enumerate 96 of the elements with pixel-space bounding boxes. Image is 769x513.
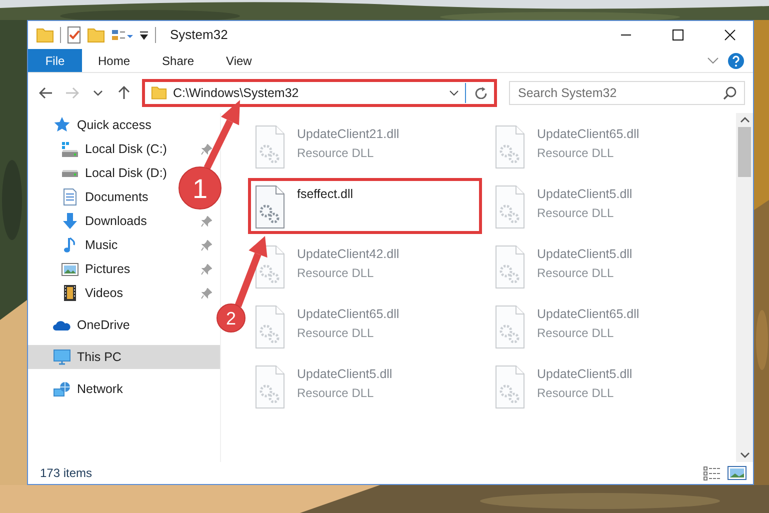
chevron-down-icon[interactable] bbox=[740, 452, 750, 458]
file-gears-icon bbox=[255, 245, 285, 289]
file-type: Resource DLL bbox=[297, 384, 375, 402]
file-gears-icon bbox=[255, 305, 285, 349]
up-arrow-icon bbox=[117, 86, 131, 100]
scroll-thumb[interactable] bbox=[738, 127, 751, 177]
caret-icon bbox=[93, 90, 103, 96]
file-gears-icon bbox=[255, 365, 285, 409]
sidebar-item[interactable]: Local Disk (D:) bbox=[28, 161, 178, 185]
file-item[interactable]: UpdateClient42.dll Resource DLL bbox=[248, 238, 482, 294]
network-icon bbox=[53, 381, 71, 397]
file-type: Resource DLL bbox=[537, 264, 615, 282]
step-badge: 2 bbox=[216, 303, 246, 333]
ribbon-tab[interactable]: Share bbox=[146, 49, 210, 72]
folder-icon bbox=[151, 86, 167, 100]
file-item[interactable]: fseffect.dll bbox=[248, 178, 482, 234]
file-gears-icon bbox=[495, 245, 525, 289]
refresh-icon bbox=[475, 87, 487, 99]
file-type: Resource DLL bbox=[537, 324, 615, 342]
file-type: Resource DLL bbox=[297, 144, 375, 162]
file-type: Resource DLL bbox=[297, 324, 375, 342]
pin-icon[interactable] bbox=[201, 144, 212, 154]
file-name: UpdateClient42.dll bbox=[297, 246, 400, 263]
drive-icon bbox=[61, 170, 79, 176]
address-field[interactable]: C:\Windows\System32 bbox=[142, 79, 497, 107]
pin-icon[interactable] bbox=[201, 240, 212, 250]
layout-icon[interactable] bbox=[111, 29, 133, 41]
sidebar-item[interactable]: Network bbox=[28, 377, 220, 401]
file-item[interactable]: UpdateClient5.dll Resource DLL bbox=[488, 358, 722, 414]
file-name: UpdateClient5.dll bbox=[537, 246, 632, 263]
sidebar-item[interactable]: Pictures bbox=[28, 257, 178, 281]
file-item[interactable]: UpdateClient5.dll Resource DLL bbox=[248, 358, 482, 414]
image-icon bbox=[61, 262, 79, 276]
item-count: 173 items bbox=[40, 465, 92, 482]
sidebar-item[interactable]: Quick access bbox=[28, 113, 220, 137]
file-type: Resource DLL bbox=[537, 144, 615, 162]
file-gears-icon bbox=[495, 365, 525, 409]
file-gears-icon bbox=[255, 185, 285, 229]
file-item[interactable]: UpdateClient5.dll Resource DLL bbox=[488, 178, 722, 234]
back-arrow-icon bbox=[39, 86, 53, 100]
help-icon[interactable] bbox=[728, 52, 744, 68]
maximize-icon bbox=[672, 29, 684, 41]
pin-icon[interactable] bbox=[201, 216, 212, 226]
close-icon bbox=[724, 29, 736, 41]
file-item[interactable]: UpdateClient65.dll Resource DLL bbox=[248, 298, 482, 354]
down-arrow-icon bbox=[61, 212, 79, 230]
file-gears-icon bbox=[495, 305, 525, 349]
file-item[interactable]: UpdateClient65.dll Resource DLL bbox=[488, 298, 722, 354]
file-name: fseffect.dll bbox=[297, 186, 354, 203]
minimize-icon bbox=[620, 34, 632, 36]
file-name: UpdateClient65.dll bbox=[537, 126, 640, 143]
file-type: Resource DLL bbox=[537, 204, 615, 222]
file-type: Resource DLL bbox=[297, 264, 375, 282]
file-gears-icon bbox=[495, 125, 525, 169]
large-icons-view-icon[interactable] bbox=[727, 466, 747, 480]
file-item[interactable]: UpdateClient21.dll Resource DLL bbox=[248, 118, 482, 174]
chevron-down-icon[interactable] bbox=[707, 57, 719, 64]
forward-arrow-icon bbox=[65, 86, 79, 100]
file-type: Resource DLL bbox=[537, 384, 615, 402]
callout-arrow bbox=[204, 99, 243, 171]
sidebar-item[interactable]: Music bbox=[28, 233, 178, 257]
file-name: UpdateClient5.dll bbox=[297, 366, 392, 383]
sidebar-item[interactable]: Documents bbox=[28, 185, 178, 209]
document-icon bbox=[61, 188, 79, 206]
sidebar-item[interactable]: Local Disk (C:) bbox=[28, 137, 178, 161]
caret-icon[interactable] bbox=[139, 30, 149, 40]
step-badge: 1 bbox=[178, 166, 222, 210]
sidebar-item[interactable]: This PC bbox=[28, 345, 220, 369]
pin-icon[interactable] bbox=[201, 288, 212, 298]
cloud-icon bbox=[53, 320, 71, 330]
file-name: UpdateClient65.dll bbox=[297, 306, 400, 323]
sidebar-item[interactable]: Videos bbox=[28, 281, 178, 305]
file-gears-icon bbox=[255, 125, 285, 169]
file-tab[interactable]: File bbox=[28, 49, 82, 72]
details-view-icon[interactable] bbox=[703, 466, 721, 480]
drive-icon bbox=[61, 142, 79, 156]
file-name: UpdateClient5.dll bbox=[537, 366, 632, 383]
monitor-icon bbox=[53, 349, 71, 365]
file-item[interactable]: UpdateClient5.dll Resource DLL bbox=[488, 238, 722, 294]
file-item[interactable]: UpdateClient65.dll Resource DLL bbox=[488, 118, 722, 174]
pin-icon[interactable] bbox=[201, 264, 212, 274]
ribbon-tab[interactable]: Home bbox=[82, 49, 146, 72]
file-name: UpdateClient5.dll bbox=[537, 186, 632, 203]
ribbon-tab[interactable]: View bbox=[210, 49, 268, 72]
checklist-icon[interactable] bbox=[67, 26, 81, 44]
window-title: System32 bbox=[170, 26, 229, 44]
search-field[interactable]: Search System32 bbox=[509, 81, 745, 105]
file-gears-icon bbox=[495, 185, 525, 229]
file-name: UpdateClient65.dll bbox=[537, 306, 640, 323]
film-icon bbox=[61, 284, 79, 302]
search-icon[interactable] bbox=[723, 86, 737, 100]
caret-icon[interactable] bbox=[449, 90, 459, 96]
file-name: UpdateClient21.dll bbox=[297, 126, 400, 143]
star-icon bbox=[53, 116, 71, 134]
chevron-up-icon[interactable] bbox=[740, 117, 750, 123]
sidebar-item[interactable]: Downloads bbox=[28, 209, 178, 233]
